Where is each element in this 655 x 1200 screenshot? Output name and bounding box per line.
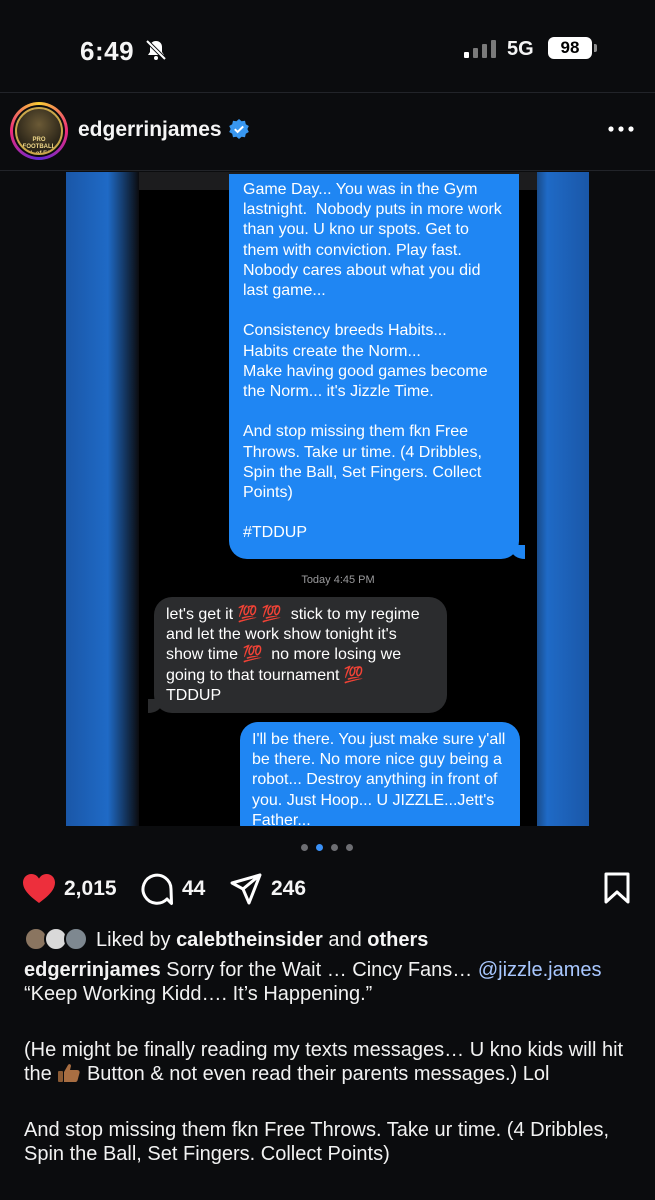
divider xyxy=(0,92,655,93)
carousel-dot xyxy=(346,844,353,851)
liked-by-text[interactable]: Liked by calebtheinsider and others xyxy=(96,929,428,952)
avatar[interactable]: PRO FOOTBALL HALL of FAME xyxy=(10,102,68,160)
message-bubble-incoming: let's get it 💯 💯 stick to my regime and … xyxy=(148,597,447,713)
clock: 6:49 xyxy=(80,36,135,66)
avatar xyxy=(64,927,88,951)
post-author-username[interactable]: edgerrinjames xyxy=(78,118,222,142)
mention-link[interactable]: @jizzle.james xyxy=(478,959,602,981)
carousel-dot xyxy=(301,844,308,851)
caption-text: Button & not even read their parents mes… xyxy=(86,1063,550,1085)
carousel-indicator xyxy=(301,844,357,852)
more-options-icon[interactable] xyxy=(606,122,636,136)
message-timestamp: Today 4:45 PM xyxy=(301,574,375,586)
share-count[interactable]: 246 xyxy=(271,877,306,901)
share-icon[interactable] xyxy=(229,872,263,906)
heart-icon[interactable] xyxy=(22,873,56,904)
verified-badge-icon xyxy=(229,119,249,139)
liked-by-others[interactable]: others xyxy=(367,929,428,951)
caption-text: “Keep Working Kidd…. It’s Happening.” xyxy=(24,983,373,1005)
post-image[interactable]: Jizzle > Game Day... You was in the Gym … xyxy=(66,172,589,826)
bell-muted-icon xyxy=(145,39,167,61)
cell-signal-icon xyxy=(464,40,496,58)
carousel-dot-active xyxy=(316,844,323,851)
post-caption: edgerrinjames Sorry for the Wait … Cincy… xyxy=(24,958,636,1166)
battery-icon: 98 xyxy=(548,37,597,59)
caption-username[interactable]: edgerrinjames xyxy=(24,959,161,981)
liker-avatars[interactable] xyxy=(24,927,92,951)
status-bar: 6:49 5G 98 xyxy=(0,0,655,92)
liked-by-conjunction: and xyxy=(328,929,362,951)
avatar-logo-text: PRO FOOTBALL HALL of FAME xyxy=(18,137,60,155)
message-bubble-outgoing: I'll be there. You just make sure y'all … xyxy=(240,722,520,826)
liked-by-label: Liked by xyxy=(96,929,171,951)
caption-text: Sorry for the Wait … Cincy Fans… xyxy=(166,959,473,981)
message-bubble-outgoing: Game Day... You was in the Gym lastnight… xyxy=(229,174,525,559)
bookmark-icon[interactable] xyxy=(604,872,630,904)
thumbs-up-emoji-icon xyxy=(58,1064,81,1082)
network-type: 5G xyxy=(507,38,534,60)
caption-text: And stop missing them fkn Free Throws. T… xyxy=(24,1119,610,1165)
like-count[interactable]: 2,015 xyxy=(64,877,117,901)
divider xyxy=(0,170,655,171)
carousel-dot xyxy=(331,844,338,851)
comment-icon[interactable] xyxy=(140,872,174,906)
comment-count[interactable]: 44 xyxy=(182,877,205,901)
screenshot-messages: Jizzle > Game Day... You was in the Gym … xyxy=(139,172,537,826)
liked-by-username[interactable]: calebtheinsider xyxy=(176,929,323,951)
